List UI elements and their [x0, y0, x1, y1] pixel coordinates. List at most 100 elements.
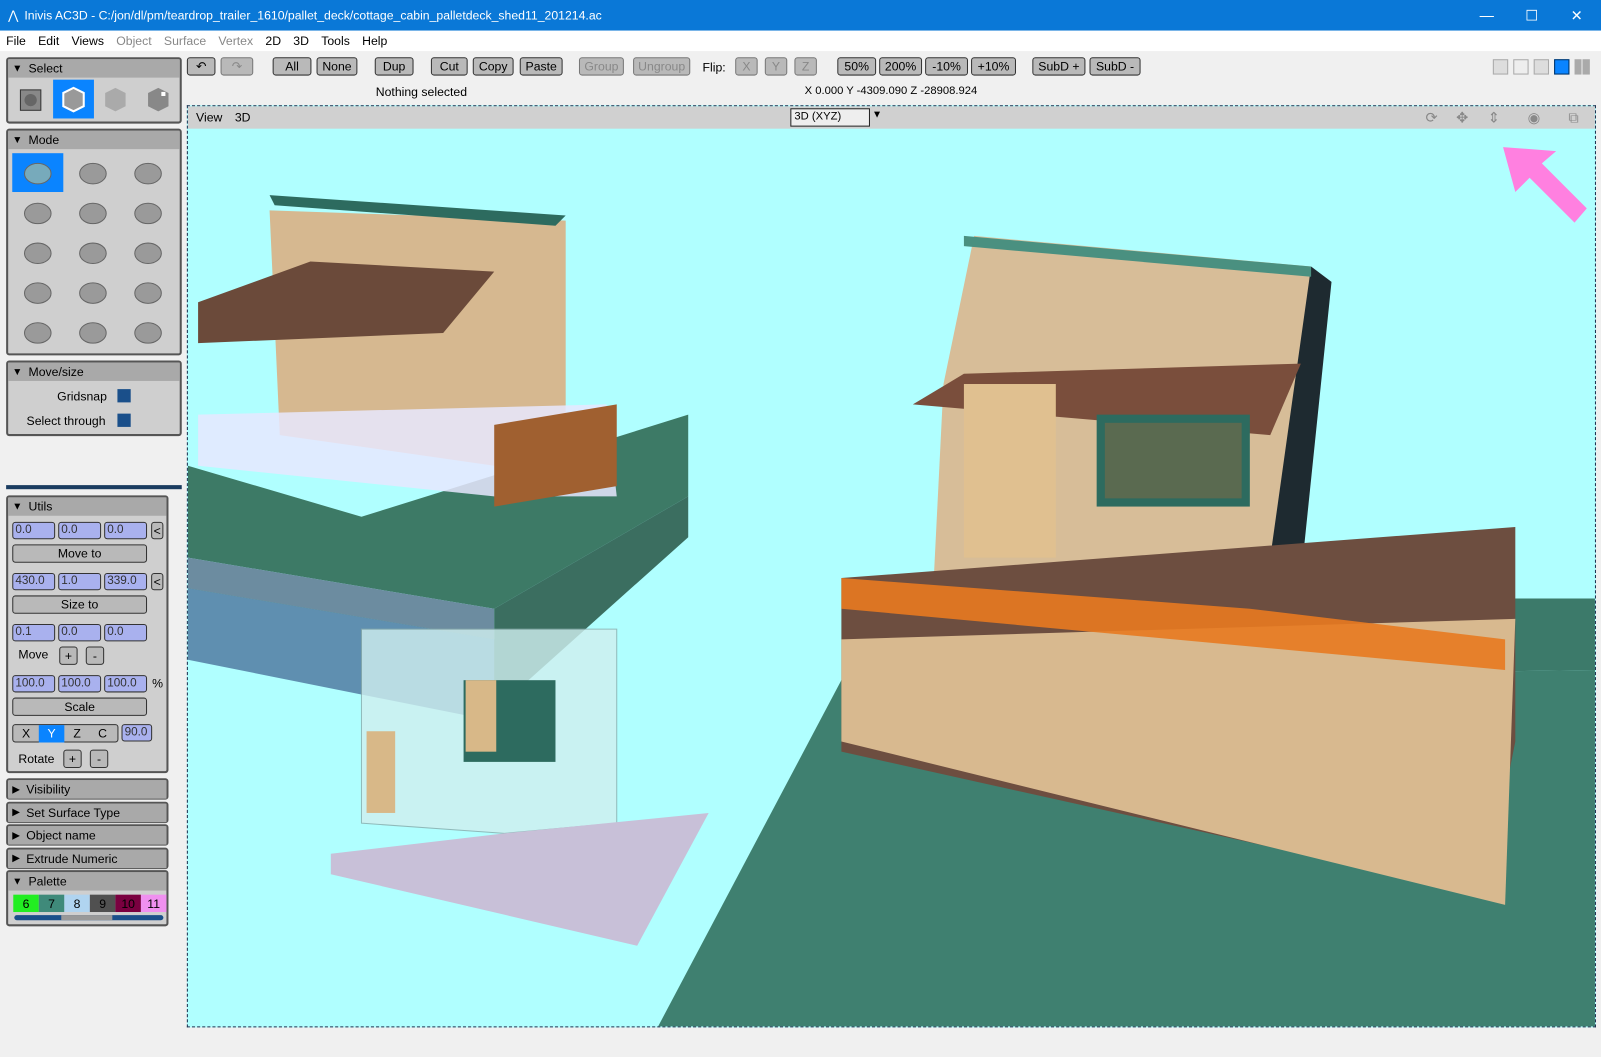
layout-four-icon[interactable]	[1574, 59, 1590, 75]
size-z-input[interactable]: 339.0	[104, 572, 148, 591]
select-panel-header[interactable]: ▼ Select	[8, 59, 180, 78]
copy-button[interactable]: Copy	[472, 57, 514, 76]
select-all-button[interactable]: All	[272, 57, 312, 76]
menu-vertex[interactable]: Vertex	[212, 34, 259, 48]
layout-quad-selected-icon[interactable]	[1554, 59, 1570, 75]
select-vertex-icon[interactable]	[10, 80, 53, 119]
palette-swatch[interactable]: 10	[115, 894, 141, 913]
subd-plus-button[interactable]: SubD +	[1032, 57, 1086, 76]
axis-c-toggle[interactable]: C	[90, 725, 116, 742]
delta-z-input[interactable]: 0.0	[104, 624, 148, 642]
panel-header[interactable]: ▶ Object name	[8, 826, 167, 845]
axis-selector[interactable]: XYZC	[12, 724, 119, 743]
scale-200-button[interactable]: 200%	[879, 57, 923, 76]
menu-views[interactable]: Views	[65, 34, 110, 48]
layout-three-icon[interactable]	[1533, 59, 1550, 75]
size-x-input[interactable]: 430.0	[12, 572, 56, 591]
mode-extrude-icon[interactable]	[123, 153, 174, 192]
move-plus-button[interactable]: +	[59, 646, 78, 665]
palette-swatch[interactable]: 8	[64, 894, 90, 913]
axis-y-toggle[interactable]: Y	[38, 724, 65, 742]
maximize-view-icon[interactable]: ⧉	[1568, 109, 1578, 126]
utils-panel-header[interactable]: ▼ Utils	[8, 497, 167, 516]
delta-x-input[interactable]: 0.1	[12, 624, 56, 642]
mode-rotate-icon[interactable]	[67, 153, 118, 192]
zoom-view-icon[interactable]: ⇕	[1488, 109, 1500, 126]
menu-tools[interactable]: Tools	[315, 34, 356, 48]
flip-z-button[interactable]: Z	[794, 57, 817, 76]
cut-button[interactable]: Cut	[430, 57, 468, 76]
scale-50-button[interactable]: 50%	[837, 57, 877, 76]
mode-poly-line-icon[interactable]	[12, 193, 63, 232]
gridsnap-checkbox[interactable]	[117, 389, 131, 403]
subd-minus-button[interactable]: SubD -	[1089, 57, 1141, 76]
panel-extrude-numeric[interactable]: ▶ Extrude Numeric	[6, 847, 169, 869]
panel-header[interactable]: ▶ Visibility	[8, 780, 167, 799]
mode-box-grid-icon[interactable]	[67, 273, 118, 312]
menu-edit[interactable]: Edit	[32, 34, 65, 48]
flip-y-button[interactable]: Y	[764, 57, 788, 76]
panel-object-name[interactable]: ▶ Object name	[6, 824, 169, 846]
mode-sphere-icon[interactable]	[67, 313, 118, 352]
duplicate-button[interactable]: Dup	[374, 57, 414, 76]
ungroup-button[interactable]: Ungroup	[633, 57, 691, 76]
palette-panel-header[interactable]: ▼ Palette	[8, 872, 167, 891]
axis-z-toggle[interactable]: Z	[64, 725, 90, 742]
pos-x-input[interactable]: 0.0	[12, 521, 56, 540]
select-none-button[interactable]: None	[316, 57, 358, 76]
undo-button[interactable]: ↶	[186, 57, 216, 76]
pos-y-input[interactable]: 0.0	[58, 521, 102, 540]
minimize-button[interactable]: —	[1464, 0, 1509, 31]
mode-move-icon[interactable]	[12, 153, 64, 193]
pos-z-input[interactable]: 0.0	[104, 521, 148, 540]
redo-button[interactable]: ↷	[220, 57, 254, 76]
size-y-input[interactable]: 1.0	[58, 572, 102, 591]
scale-y-input[interactable]: 100.0	[58, 675, 102, 693]
menu-help[interactable]: Help	[356, 34, 393, 48]
menu-surface[interactable]: Surface	[158, 34, 212, 48]
mode-disc-icon[interactable]	[67, 233, 118, 272]
palette-swatch[interactable]: 7	[38, 894, 65, 913]
dropdown-arrow-icon[interactable]: ▼	[872, 109, 882, 120]
select-group-icon[interactable]	[137, 80, 180, 119]
mode-polygon-icon[interactable]	[67, 193, 118, 232]
palette-scrollbar[interactable]	[14, 915, 164, 921]
pan-view-icon[interactable]: ✥	[1456, 109, 1468, 126]
select-surface-icon[interactable]	[94, 80, 137, 119]
rotate-plus-button[interactable]: +	[63, 749, 82, 769]
size-to-button[interactable]: Size to	[12, 595, 148, 614]
mode-ellipse-icon[interactable]	[12, 233, 63, 272]
movesize-panel-header[interactable]: ▼ Move/size	[8, 362, 180, 381]
viewport-view-menu[interactable]: View	[196, 110, 222, 124]
scale-plus10-button[interactable]: +10%	[971, 57, 1016, 76]
menu-2d[interactable]: 2D	[259, 34, 287, 48]
projection-dropdown[interactable]: 3D (XYZ)	[790, 108, 870, 127]
flip-x-button[interactable]: X	[735, 57, 758, 76]
mode-panel-header[interactable]: ▼ Mode	[8, 130, 180, 150]
get-size-button[interactable]: <	[151, 572, 164, 591]
menu-3d[interactable]: 3D	[287, 34, 315, 48]
palette-swatch[interactable]: 11	[140, 894, 167, 913]
eye-icon[interactable]: ◉	[1528, 109, 1540, 126]
mode-cylinder-icon[interactable]	[12, 313, 63, 352]
mode-mesh-grid-icon[interactable]	[12, 273, 63, 312]
scale-x-input[interactable]: 100.0	[12, 675, 56, 693]
delta-y-input[interactable]: 0.0	[58, 624, 102, 642]
rotate-angle-input[interactable]: 90.0	[121, 724, 153, 742]
mode-trapezoid-icon[interactable]	[123, 233, 174, 272]
move-to-button[interactable]: Move to	[12, 544, 148, 563]
menu-file[interactable]: File	[0, 34, 32, 48]
mode-box-icon[interactable]	[123, 273, 174, 312]
panel-set-surface-type[interactable]: ▶ Set Surface Type	[6, 801, 169, 823]
rotate-minus-button[interactable]: -	[89, 749, 109, 769]
axis-x-toggle[interactable]: X	[13, 725, 39, 742]
scale-minus10-button[interactable]: -10%	[925, 57, 969, 76]
3d-viewport[interactable]: View 3D 3D (XYZ) ▼ ⟳ ✥ ⇕ ◉ ⧉	[186, 105, 1596, 1028]
scale-z-input[interactable]: 100.0	[104, 675, 148, 693]
select-through-checkbox[interactable]	[117, 413, 131, 427]
move-minus-button[interactable]: -	[85, 646, 105, 665]
rotate-view-icon[interactable]: ⟳	[1425, 109, 1437, 126]
get-position-button[interactable]: <	[151, 521, 164, 540]
group-button[interactable]: Group	[578, 57, 624, 76]
panel-header[interactable]: ▶ Set Surface Type	[8, 803, 167, 822]
